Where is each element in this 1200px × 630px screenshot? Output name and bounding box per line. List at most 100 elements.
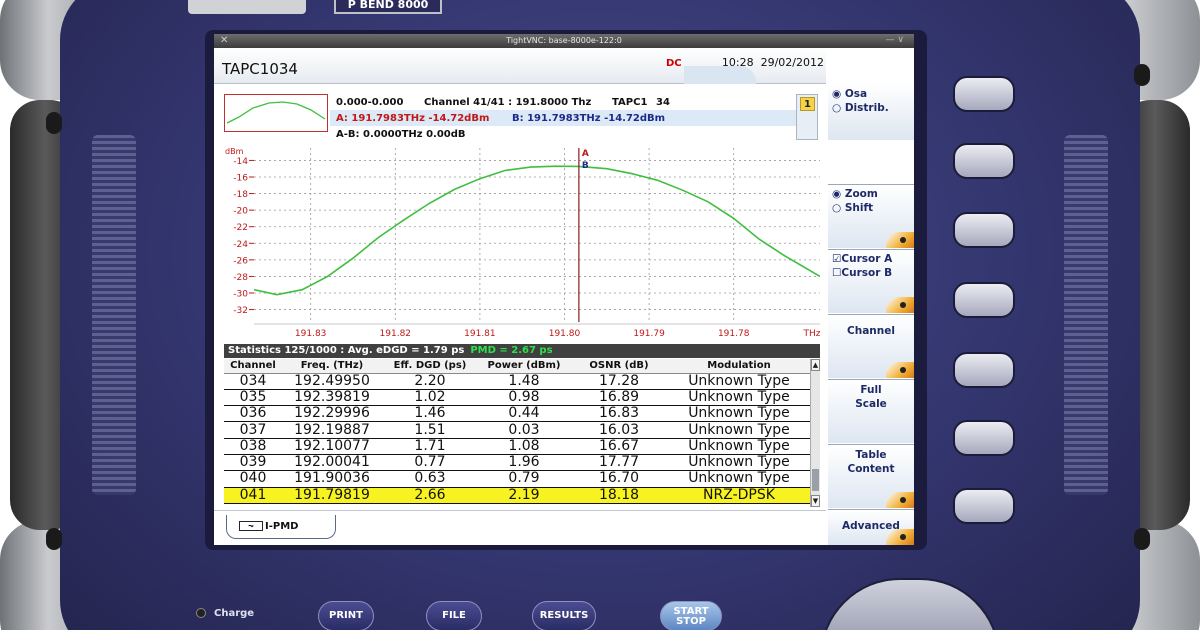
vnc-window-controls[interactable]: — ∨ <box>886 35 904 45</box>
start-stop-button[interactable]: START STOP <box>660 601 722 630</box>
cell: 1.02 <box>382 389 478 407</box>
cell: 1.46 <box>382 405 478 423</box>
checkbox-cursor-a[interactable]: ☑Cursor A <box>832 253 892 265</box>
y-tick-label: -30 <box>233 290 248 300</box>
statistics-bar: Statistics 125/1000 : Avg. eDGD = 1.79 p… <box>224 344 820 358</box>
y-tick-label: -14 <box>233 157 248 167</box>
pmd-waveform-icon: ⏦ <box>239 521 263 531</box>
soft-key-1[interactable] <box>953 76 1015 112</box>
menu-full-scale[interactable]: Full Scale <box>828 379 914 443</box>
radio-shift[interactable]: ○ Shift <box>832 202 873 214</box>
col-header-dgd[interactable]: Eff. DGD (ps) <box>382 359 478 374</box>
col-header-freq[interactable]: Freq. (THz) <box>282 359 382 374</box>
model-badge: P BEND 8000 <box>334 0 442 14</box>
scroll-up-icon[interactable]: ▲ <box>811 359 820 371</box>
table-scrollbar[interactable]: ▲ ▼ <box>810 359 820 507</box>
bolt <box>1134 528 1150 550</box>
table-row-selected[interactable]: 041 191.79819 2.66 2.19 18.18 NRZ-DPSK <box>224 487 810 504</box>
cell: 192.19887 <box>282 421 382 439</box>
x-tick-label: 191.79 <box>633 329 665 339</box>
tab-bar: ⏦ I-PMD <box>214 510 826 545</box>
menu-channel[interactable]: Channel <box>828 314 914 378</box>
table-row[interactable]: 034 192.49950 2.20 1.48 17.28 Unknown Type <box>224 373 810 390</box>
radio-zoom-label: Zoom <box>844 188 878 200</box>
file-button[interactable]: FILE <box>426 601 482 630</box>
file-title: TAPC1034 <box>222 60 298 78</box>
clock: 10:28 29/02/2012 <box>722 56 824 69</box>
cell: 192.49950 <box>282 373 382 390</box>
vnc-title: TightVNC: base-8000e-122:0 <box>506 36 622 45</box>
radio-zoom[interactable]: ◉ Zoom <box>832 188 878 200</box>
col-header-modulation[interactable]: Modulation <box>668 359 810 374</box>
checkbox-cursor-b[interactable]: ☐Cursor B <box>832 267 892 279</box>
knob-icon <box>886 232 914 248</box>
table-row[interactable]: 037 192.19887 1.51 0.03 16.03 Unknown Type <box>224 421 810 439</box>
soft-key-3[interactable] <box>953 212 1015 248</box>
charge-label: Charge <box>214 608 255 619</box>
cell: Unknown Type <box>668 438 810 455</box>
cell: Unknown Type <box>668 405 810 423</box>
print-button[interactable]: PRINT <box>318 601 374 630</box>
cell: 191.79819 <box>282 487 382 504</box>
time-text: 10:28 <box>721 56 754 69</box>
x-tick-label: 191.81 <box>464 329 496 339</box>
thumbnail-curve <box>226 101 326 124</box>
col-header-osnr[interactable]: OSNR (dB) <box>570 359 668 374</box>
table-row[interactable]: 038 192.10077 1.71 1.08 16.67 Unknown Type <box>224 438 810 455</box>
scroll-thumb[interactable] <box>812 469 819 491</box>
knob-icon <box>886 362 914 378</box>
menu-cursors[interactable]: ☑Cursor A ☐Cursor B <box>828 249 914 313</box>
radio-osa[interactable]: ◉ Osa <box>832 88 867 100</box>
cell: 039 <box>224 454 282 472</box>
table-header-row: Channel Freq. (THz) Eff. DGD (ps) Power … <box>224 359 810 374</box>
menu-advanced[interactable]: Advanced <box>828 509 914 545</box>
y-tick-label: -28 <box>233 273 248 283</box>
y-tick-label: -24 <box>233 240 248 250</box>
table-row[interactable]: 036 192.29996 1.46 0.44 16.83 Unknown Type <box>224 405 810 423</box>
trace-thumbnail[interactable] <box>224 94 328 132</box>
soft-key-7[interactable] <box>953 488 1015 524</box>
delta-readout: A-B: 0.0000THz 0.00dB <box>336 129 466 140</box>
date-text: 29/02/2012 <box>760 56 824 69</box>
soft-key-2[interactable] <box>953 143 1015 179</box>
cell: 1.08 <box>478 438 570 455</box>
col-header-power[interactable]: Power (dBm) <box>478 359 570 374</box>
arrow-icon <box>886 492 914 508</box>
tab-i-pmd[interactable]: ⏦ I-PMD <box>226 515 336 539</box>
radio-distrib[interactable]: ○ Distrib. <box>832 102 889 114</box>
col-header-channel[interactable]: Channel <box>224 359 282 374</box>
soft-key-4[interactable] <box>953 282 1015 318</box>
vnc-title-bar: ✕ TightVNC: base-8000e-122:0 — ∨ <box>214 34 914 48</box>
tab-label: I-PMD <box>265 521 299 532</box>
cell: 16.03 <box>570 421 668 439</box>
menu-table-content[interactable]: Table Content <box>828 444 914 508</box>
cell: 037 <box>224 421 282 439</box>
soft-key-5[interactable] <box>953 352 1015 388</box>
radio-shift-label: Shift <box>844 202 874 214</box>
cell: Unknown Type <box>668 389 810 407</box>
y-axis-label: dBm <box>225 147 244 156</box>
channel-table: Channel Freq. (THz) Eff. DGD (ps) Power … <box>224 359 820 507</box>
table-row[interactable]: 040 191.90036 0.63 0.79 16.70 Unknown Type <box>224 470 810 488</box>
page-selector[interactable]: 1 <box>796 94 818 140</box>
table-row[interactable]: 039 192.00041 0.77 1.96 17.77 Unknown Type <box>224 454 810 472</box>
spectrum-chart[interactable]: -14 -16 -18 -20 -22 -24 -26 -28 -30 -32 dBm 191.83 1… <box>224 144 821 342</box>
plot-area <box>254 148 820 322</box>
y-tick-label: -26 <box>233 256 248 266</box>
cursor-a-readout: A: 191.7983THz -14.72dBm <box>336 113 490 124</box>
results-button[interactable]: RESULTS <box>532 601 596 630</box>
stop-label: STOP <box>676 616 706 627</box>
cell: 041 <box>224 487 282 504</box>
table-row[interactable]: 035 192.39819 1.02 0.98 16.89 Unknown Type <box>224 389 810 407</box>
menu-zoom-shift[interactable]: ◉ Zoom ○ Shift <box>828 184 914 248</box>
info-trace: TAPC1 <box>612 97 648 108</box>
soft-key-6[interactable] <box>953 420 1015 456</box>
info-trace-num: 34 <box>656 97 670 108</box>
cell: 17.77 <box>570 454 668 472</box>
info-channel: Channel 41/41 : 191.8000 Thz <box>424 97 592 108</box>
menu-osa-distrib[interactable]: ◉ Osa ○ Distrib. <box>828 84 914 140</box>
dc-logo-icon: DC <box>666 58 682 69</box>
scroll-down-icon[interactable]: ▼ <box>811 495 820 507</box>
y-tick-label: -22 <box>233 223 248 233</box>
cell: 1.51 <box>382 421 478 439</box>
